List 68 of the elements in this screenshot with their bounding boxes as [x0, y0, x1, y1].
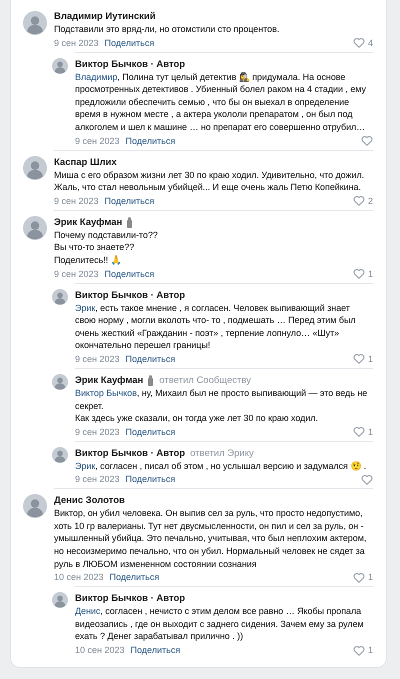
author-name[interactable]: Владимир Иутинский [54, 10, 156, 23]
heart-icon [352, 353, 365, 364]
avatar[interactable] [52, 446, 68, 463]
comment-text: Виктор, он убил человека. Он выпив сел за руль, что просто недопустимо, хоть 10 гр валерианы. Тут нет двусмысленности, он пил и сел за руль, он - умышленный убийца. Это печально, учитывая, что был неплохим актером, но несоизмеримо печально, что он убил. Нормальный человек не сядет за руль в ЛЮБОМ измененном состоянии сознания [54, 507, 368, 570]
comment-text: Виктор Бычков, ну, Михаил был не просто выпивающий — это ведь не секрет. Как здесь уже сказали, он тогда уже лет 30 по краю ходил. [75, 386, 368, 425]
share-link[interactable]: Поделиться [126, 134, 176, 147]
avatar[interactable] [23, 494, 47, 518]
heart-icon [361, 135, 373, 146]
comment-date: 9 сен 2023 [75, 134, 120, 147]
share-link[interactable]: Поделиться [126, 473, 176, 486]
share-link[interactable]: Поделиться [104, 36, 154, 49]
avatar[interactable] [23, 11, 47, 35]
comment-text: Владимир, Полина тут целый детектив 🕵‍♀ придумала. На основе просмотренных детективов . Убиенный болел раком на 4 стадии , ему предложили обеспечить семью , что бы он выехал в определение время в нужном месте , а актера укололи препаратом , он был под алкоголем и шел к машине … но препарат его совершенно отрубил… [75, 70, 367, 134]
heart-icon [352, 644, 365, 656]
share-link[interactable]: Поделиться [126, 426, 176, 438]
author-name[interactable]: Эрик Кауфман [54, 216, 122, 229]
comment-text: Подставили это вряд-ли, но отомстили сто процентов. [54, 23, 280, 36]
mention-link[interactable]: Эрик [75, 302, 96, 313]
author-name[interactable]: Виктор Бычков · Автор [75, 446, 186, 460]
heart-icon [352, 268, 365, 280]
author-name[interactable]: Эрик Кауфман [75, 374, 144, 387]
author-name[interactable]: Виктор Бычков · Автор [75, 288, 186, 302]
comment-text: Эрик, согласен , писал об этом , но услышал версию и задумался 🤨 . [75, 460, 368, 472]
like-count: 1 [368, 426, 373, 438]
mention-link[interactable]: Эрик [75, 460, 96, 471]
heart-icon [352, 426, 365, 438]
avatar[interactable] [23, 216, 47, 240]
share-link[interactable]: Поделиться [126, 352, 176, 365]
comment-date: 9 сен 2023 [75, 352, 120, 365]
like-count: 2 [368, 194, 373, 207]
share-link[interactable]: Поделиться [104, 268, 154, 280]
avatar[interactable] [52, 374, 68, 390]
heart-icon [361, 474, 373, 485]
like-count: 1 [368, 352, 373, 365]
like-count: 4 [368, 36, 373, 49]
avatar[interactable] [52, 288, 68, 305]
heart-icon [352, 572, 365, 583]
author-name[interactable]: Виктор Бычков · Автор [75, 58, 186, 71]
avatar[interactable] [52, 58, 68, 74]
comment-date: 10 сен 2023 [54, 571, 104, 584]
heart-icon [352, 37, 365, 48]
share-link[interactable]: Поделиться [110, 571, 160, 584]
share-link[interactable]: Поделиться [130, 644, 180, 656]
comment-date: 9 сен 2023 [54, 268, 99, 280]
comment-text: Почему подставили-то?? Вы что-то знаете?? Поделитесь!! 🙏 [54, 228, 159, 267]
reply-target: ответил Эрику [190, 446, 254, 460]
mention-link[interactable]: Виктор Бычков [75, 388, 137, 398]
heart-icon [352, 195, 365, 206]
comment-text: Денис, согласен , нечисто с этим делом все равно … Якобы пропала видеозапись , где он выходит с заднего сидения. Зачем ему за рулем ехать ? Денег зарабатывал прилично . )) [75, 605, 365, 644]
comment-date: 10 сен 2023 [75, 644, 125, 656]
avatar[interactable] [52, 592, 68, 608]
author-name[interactable]: Каспар Шлих [54, 156, 117, 169]
author-name[interactable]: Денис Золотов [54, 494, 125, 508]
comment-date: 9 сен 2023 [54, 194, 99, 207]
mention-link[interactable]: Денис [75, 606, 100, 616]
like-count: 1 [368, 268, 373, 280]
like-count: 1 [368, 644, 373, 656]
comment-text: Эрик, есть такое мнение , я согласен. Человек выпивающий знает свою норму , могли вколоть что- то , подмешать … Перед этим был очень жесткий «Гражданин - поэт» , терпение лопнуло… «Шут» окончательно перешел границы! [75, 302, 357, 352]
comment-date: 9 сен 2023 [75, 473, 120, 486]
comment-text: Миша с его образом жизни лет 30 по краю ходил. Удивительно, что дожил. Жаль, что стал невольным убийцей... И еще очень жаль Петю Копейкина. [54, 168, 366, 194]
comment-date: 9 сен 2023 [75, 426, 120, 438]
author-name[interactable]: Виктор Бычков · Автор [75, 592, 186, 606]
comment-date: 9 сен 2023 [54, 36, 99, 49]
share-link[interactable]: Поделиться [104, 194, 154, 207]
mention-link[interactable]: Владимир [75, 72, 118, 82]
reply-target: ответил Сообществу [159, 374, 251, 387]
avatar[interactable] [23, 156, 47, 180]
like-count: 1 [368, 571, 373, 584]
